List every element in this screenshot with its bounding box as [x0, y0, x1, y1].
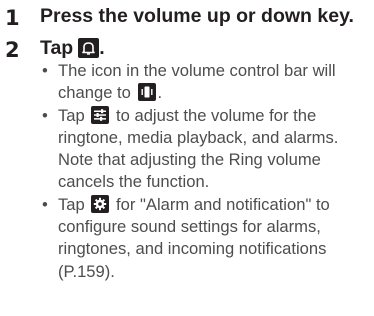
- sliders-icon: [91, 105, 110, 124]
- vibrate-icon: [137, 83, 156, 102]
- gear-icon: [91, 194, 110, 213]
- bullet-text: Tap: [58, 194, 85, 214]
- list-item: The icon in the volume control bar will …: [40, 60, 370, 105]
- step-title-text: Tap: [40, 37, 74, 59]
- step-number: 1: [5, 6, 20, 30]
- bullet-text: The icon in the volume control bar will …: [58, 61, 336, 103]
- step-title-period: .: [99, 37, 105, 59]
- bell-off-icon: [78, 38, 100, 58]
- step-title: Press the volume up or down key.: [40, 5, 354, 27]
- step-2-bullets: The icon in the volume control bar will …: [40, 60, 370, 283]
- list-item: Tap for "Ala: [40, 194, 370, 283]
- bullet-text-end: .: [157, 83, 163, 103]
- step-title: Tap .: [40, 34, 105, 62]
- bullet-text: Tap: [58, 105, 85, 125]
- step-number: 2: [5, 38, 20, 62]
- list-item: Tap to adjust the volume for the rington…: [40, 105, 370, 194]
